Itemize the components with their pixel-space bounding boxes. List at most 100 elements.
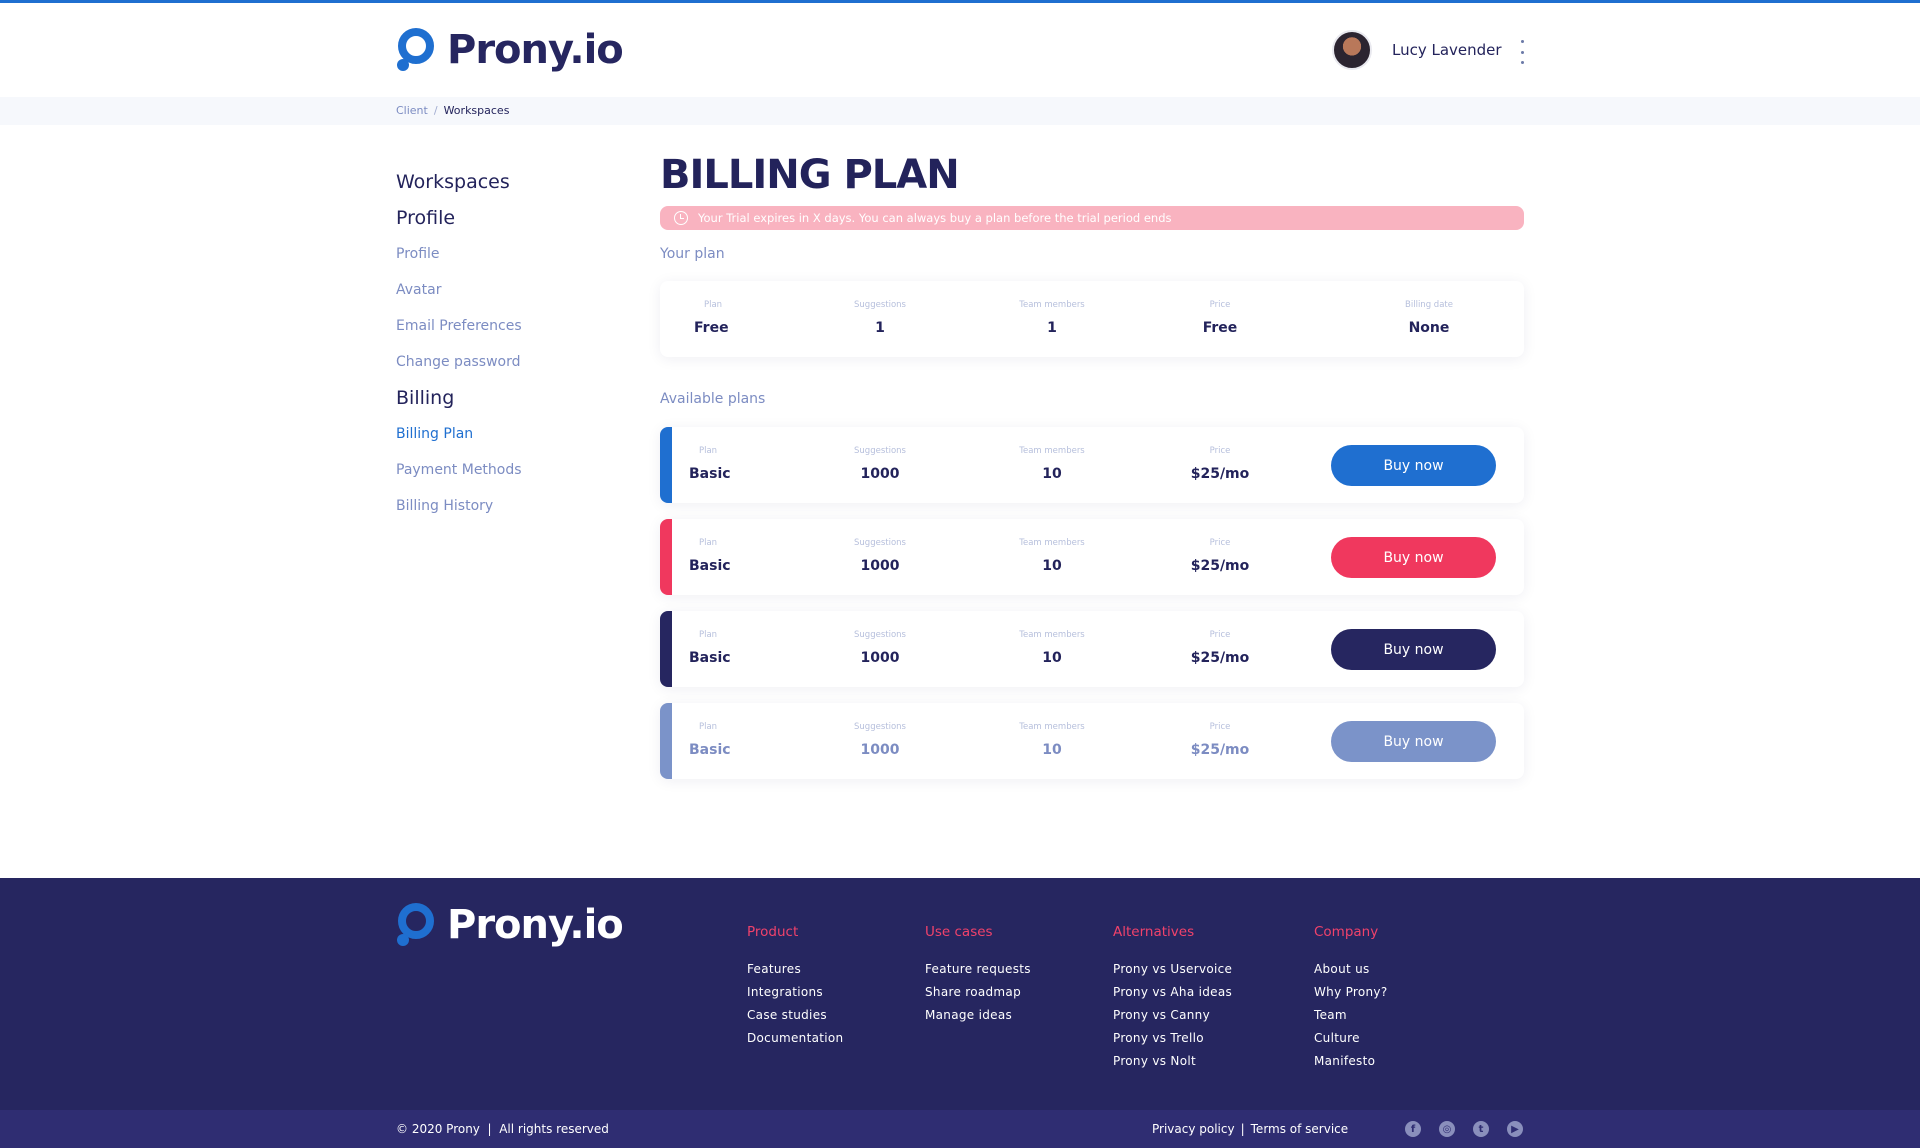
plan-column: Plan Basic [689,722,739,758]
team-members-label: Team members [1019,630,1085,640]
billing-date-label: Billing date [1405,300,1453,310]
header: Prony.io Lucy Lavender [0,3,1920,97]
footer-logo[interactable]: Prony.io [395,902,624,948]
suggestions-label: Suggestions [854,300,906,310]
suggestions-column: Suggestions 1000 [850,630,910,666]
plan-column: Plan Basic [689,538,739,574]
footer-link[interactable]: Documentation [747,1031,843,1054]
team-members-label: Team members [1019,300,1085,310]
footer-link[interactable]: Feature requests [925,962,1031,985]
facebook-icon[interactable]: f [1405,1121,1421,1137]
user-menu[interactable]: Lucy Lavender [1332,30,1502,70]
footer-link[interactable]: Culture [1314,1031,1388,1054]
plan-card: Plan Basic Suggestions 1000 Team members 10… [660,519,1524,595]
sidebar-item-workspaces[interactable]: Workspaces [396,168,626,204]
footer-link[interactable]: Integrations [747,985,843,1008]
plan-card: Plan Basic Suggestions 1000 Team members 10… [660,427,1524,503]
breadcrumb-bar: Client / Workspaces [0,97,1920,125]
user-name: Lucy Lavender [1392,41,1502,59]
footer-link[interactable]: Prony vs Uservoice [1113,962,1232,985]
plan-column: Plan Basic [689,446,739,482]
footer-link[interactable]: Prony vs Trello [1113,1031,1232,1054]
sidebar-item-change-password[interactable]: Change password [396,348,626,384]
plan-label: Plan [698,630,718,640]
footer-link[interactable]: Prony vs Aha ideas [1113,985,1232,1008]
footer-link[interactable]: Why Prony? [1314,985,1388,1008]
footer-link[interactable]: About us [1314,962,1388,985]
instagram-icon[interactable]: ◎ [1439,1121,1455,1137]
copyright: © 2020 Prony | All rights reserved [396,1122,609,1136]
plan-card: Plan Basic Suggestions 1000 Team members 10… [660,611,1524,687]
plan-value: Basic [689,558,731,574]
sidebar-heading-profile: Profile [396,207,456,229]
buy-now-button[interactable]: Buy now [1331,445,1496,486]
suggestions-value: 1 [875,320,885,336]
price-value: $25/mo [1190,466,1250,482]
price-label: Price [1209,630,1231,640]
sidebar-item-payment-methods[interactable]: Payment Methods [396,456,626,492]
sidebar: Workspaces Profile Profile Avatar Email … [396,168,626,528]
price-label: Price [1209,300,1231,310]
sidebar-item-billing-history[interactable]: Billing History [396,492,626,528]
price-value: Free [1202,320,1238,336]
buy-now-button[interactable]: Buy now [1331,537,1496,578]
footer-column-company: Company About us Why Prony? Team Culture… [1314,924,1388,1077]
footer-link[interactable]: Case studies [747,1008,843,1031]
footer-link[interactable]: Manage ideas [925,1008,1031,1031]
sidebar-item-billing-plan[interactable]: Billing Plan [396,420,626,456]
clock-icon [674,211,688,225]
buy-now-button[interactable]: Buy now [1331,721,1496,762]
price-label: Price [1209,722,1231,732]
breadcrumb-separator: / [433,104,438,117]
sidebar-item-profile[interactable]: Profile [396,240,626,276]
team-members-label: Team members [1019,538,1085,548]
team-members-value: 1 [1047,320,1057,336]
plan-value: Basic [689,742,731,758]
suggestions-column: Suggestions 1000 [850,446,910,482]
suggestions-column: Suggestions 1000 [850,722,910,758]
terms-of-service-link[interactable]: Terms of service [1251,1122,1349,1136]
price-column: Price $25/mo [1170,538,1270,574]
legal-links: Privacy policy | Terms of service [1152,1122,1348,1136]
price-column: Price $25/mo [1170,722,1270,758]
footer-link[interactable]: Share roadmap [925,985,1031,1008]
footer-link[interactable]: Manifesto [1314,1054,1388,1077]
team-members-column: Team members 10 [1012,722,1092,758]
team-members-label: Team members [1019,446,1085,456]
team-members-column: Team members 10 [1012,630,1092,666]
price-value: $25/mo [1190,742,1250,758]
price-label: Price [1209,538,1231,548]
twitter-icon[interactable]: t [1473,1121,1489,1137]
billing-date-value: None [1408,320,1450,336]
breadcrumb-client[interactable]: Client [396,104,428,117]
plan-card: Plan Basic Suggestions 1000 Team members 10… [660,703,1524,779]
footer-link[interactable]: Prony vs Canny [1113,1008,1232,1031]
plan-value: Free [694,320,729,336]
youtube-icon[interactable]: ▶ [1507,1121,1523,1137]
sidebar-item-email-preferences[interactable]: Email Preferences [396,312,626,348]
privacy-policy-link[interactable]: Privacy policy [1152,1122,1235,1136]
plan-color-bar [660,427,672,503]
plan-label: Plan [698,446,718,456]
plan-column: Plan Basic [689,630,739,666]
page-title: BILLING PLAN [660,152,960,198]
plan-color-bar [660,703,672,779]
sidebar-item-avatar[interactable]: Avatar [396,276,626,312]
logo-text: Prony.io [447,27,624,73]
plan-value: Basic [689,650,731,666]
footer-logo-text: Prony.io [447,902,624,948]
footer-bottom-bar: © 2020 Prony | All rights reserved Priva… [0,1110,1920,1148]
avatar[interactable] [1332,30,1372,70]
price-column: Price $25/mo [1170,446,1270,482]
suggestions-value: 1000 [860,650,900,666]
price-label: Price [1209,446,1231,456]
footer-link[interactable]: Prony vs Nolt [1113,1054,1232,1077]
plan-label: Plan [698,538,718,548]
logo[interactable]: Prony.io [395,27,624,73]
buy-now-button[interactable]: Buy now [1331,629,1496,670]
footer-link[interactable]: Team [1314,1008,1388,1031]
team-members-label: Team members [1019,722,1085,732]
more-options-icon[interactable] [1514,40,1530,64]
footer-link[interactable]: Features [747,962,843,985]
team-members-column: Team members 10 [1012,446,1092,482]
